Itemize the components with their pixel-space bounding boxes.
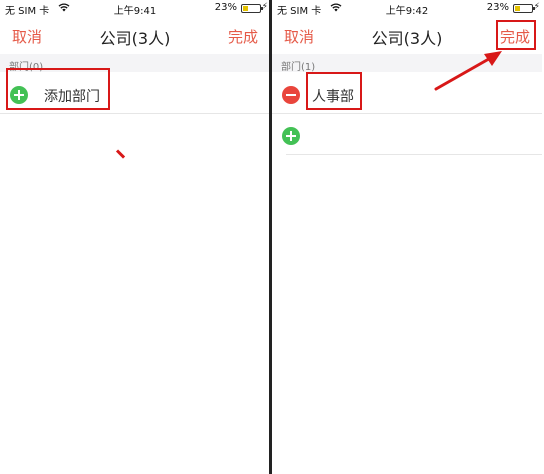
annotation-stroke-mark [115,149,126,159]
annotation-highlight-box [306,72,362,110]
annotation-arrow-icon [434,51,502,91]
charging-bolt-icon: ⚡ [533,2,540,12]
screen-before: 无 SIM 卡 上午9:41 23% ⚡ 取消 公司(3人) 完成 部门(0) … [0,0,270,474]
minus-circle-icon[interactable] [282,86,300,104]
charging-bolt-icon: ⚡ [261,2,268,12]
battery-percent: 23% [486,2,509,13]
plus-circle-icon[interactable] [282,127,300,145]
battery-icon [513,4,535,13]
battery-percent: 23% [214,2,237,13]
annotation-highlight-box [6,68,110,110]
add-department-row[interactable] [282,115,542,155]
done-button[interactable]: 完成 [228,26,258,47]
nav-bar: 取消 公司(3人) 完成 [0,16,270,54]
status-bar: 无 SIM 卡 上午9:41 23% ⚡ [0,0,270,17]
screen-after: 无 SIM 卡 上午9:42 23% ⚡ 取消 公司(3人) 完成 部门(1) … [272,0,542,474]
battery-icon [241,4,263,13]
status-bar: 无 SIM 卡 上午9:42 23% ⚡ [272,0,542,17]
